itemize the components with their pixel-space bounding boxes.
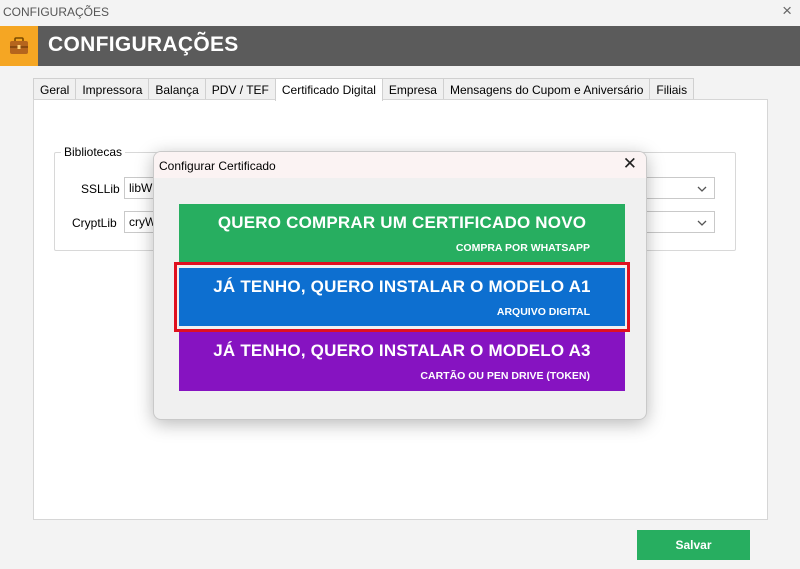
tab-geral[interactable]: Geral	[33, 78, 77, 100]
tab-empresa[interactable]: Empresa	[381, 78, 444, 100]
page-header: CONFIGURAÇÕES	[0, 26, 800, 66]
ssllib-value: libW	[129, 181, 153, 195]
tab-impressora[interactable]: Impressora	[75, 78, 150, 100]
briefcase-icon	[0, 26, 38, 66]
option-sub-label: CARTÃO OU PEN DRIVE (TOKEN)	[420, 370, 590, 382]
configurar-certificado-dialog: Configurar Certificado ✕ QUERO COMPRAR U…	[153, 151, 647, 420]
settings-tabs: Geral Impressora Balança PDV / TEF Certi…	[33, 78, 695, 101]
window-titlebar: CONFIGURAÇÕES ×	[0, 0, 800, 24]
cryptlib-label: CryptLib	[72, 216, 117, 230]
save-button[interactable]: Salvar	[637, 530, 750, 560]
option-main-label: JÁ TENHO, QUERO INSTALAR O MODELO A1	[213, 277, 591, 296]
install-a3-button[interactable]: JÁ TENHO, QUERO INSTALAR O MODELO A3 CAR…	[179, 332, 625, 391]
tab-mensagens[interactable]: Mensagens do Cupom e Aniversário	[442, 78, 651, 100]
dialog-title: Configurar Certificado	[159, 159, 276, 173]
tab-balanca[interactable]: Balança	[148, 78, 206, 100]
chevron-down-icon	[697, 186, 707, 192]
install-a1-button[interactable]: JÁ TENHO, QUERO INSTALAR O MODELO A1 ARQ…	[179, 268, 625, 326]
tab-filiais[interactable]: Filiais	[649, 78, 695, 100]
window-close-icon[interactable]: ×	[782, 2, 792, 20]
window-title: CONFIGURAÇÕES	[3, 5, 110, 19]
option-sub-label: COMPRA POR WHATSAPP	[455, 242, 590, 254]
dialog-titlebar: Configurar Certificado ✕	[154, 152, 646, 178]
tab-pdv-tef[interactable]: PDV / TEF	[204, 78, 276, 100]
tab-certificado-digital[interactable]: Certificado Digital	[274, 78, 383, 101]
option-sub-label: ARQUIVO DIGITAL	[496, 306, 590, 318]
buy-new-certificate-button[interactable]: QUERO COMPRAR UM CERTIFICADO NOVO COMPRA…	[179, 204, 625, 262]
bibliotecas-legend: Bibliotecas	[61, 145, 126, 159]
ssllib-label: SSLLib	[81, 182, 120, 196]
option-main-label: JÁ TENHO, QUERO INSTALAR O MODELO A3	[213, 341, 591, 360]
page-title: CONFIGURAÇÕES	[48, 33, 239, 56]
option-main-label: QUERO COMPRAR UM CERTIFICADO NOVO	[217, 213, 587, 232]
dialog-close-icon[interactable]: ✕	[623, 155, 637, 173]
chevron-down-icon	[697, 220, 707, 226]
